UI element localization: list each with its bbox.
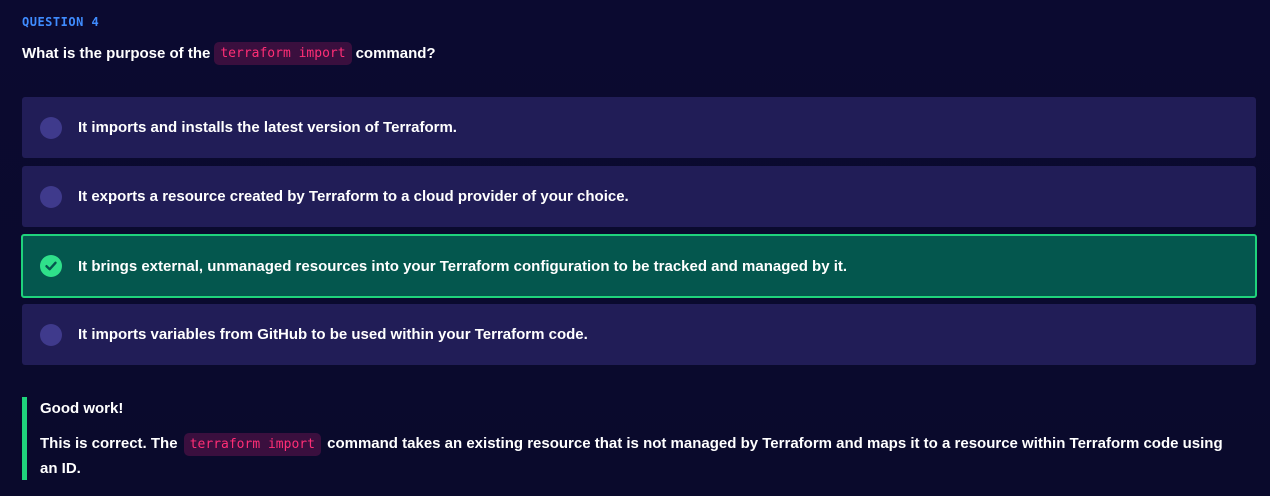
radio-circle-icon[interactable] bbox=[40, 116, 62, 139]
question-code: terraform import bbox=[214, 42, 352, 65]
question-text-before: What is the purpose of the bbox=[22, 45, 211, 62]
feedback-title: Good work! bbox=[40, 400, 124, 417]
feedback-body: This is correct. The terraform import co… bbox=[40, 431, 1230, 481]
quiz-page: QUESTION 4 What is the purpose of the te… bbox=[0, 0, 1270, 496]
feedback-panel: Good work! This is correct. The terrafor… bbox=[22, 397, 1242, 480]
check-circle-icon[interactable] bbox=[40, 255, 62, 277]
answer-option-2[interactable]: It exports a resource created by Terrafo… bbox=[22, 166, 1256, 227]
answer-option-1[interactable]: It imports and installs the latest versi… bbox=[22, 97, 1256, 158]
answer-option-label: It exports a resource created by Terrafo… bbox=[78, 188, 629, 205]
radio-circle-icon[interactable] bbox=[40, 185, 62, 208]
checkmark-icon bbox=[45, 261, 57, 271]
answer-option-label: It imports and installs the latest versi… bbox=[78, 119, 457, 136]
answer-option-3-correct[interactable]: It brings external, unmanaged resources … bbox=[21, 234, 1257, 298]
question-text: What is the purpose of the terraform imp… bbox=[22, 42, 436, 65]
answer-option-4[interactable]: It imports variables from GitHub to be u… bbox=[22, 304, 1256, 365]
answer-option-label: It imports variables from GitHub to be u… bbox=[78, 326, 588, 343]
radio-circle-icon[interactable] bbox=[40, 323, 62, 346]
answer-option-label: It brings external, unmanaged resources … bbox=[78, 257, 848, 275]
feedback-code: terraform import bbox=[183, 433, 321, 456]
feedback-text-before: This is correct. The bbox=[40, 435, 178, 452]
question-text-after: command? bbox=[355, 45, 436, 62]
question-number: QUESTION 4 bbox=[22, 15, 100, 29]
answer-options: It imports and installs the latest versi… bbox=[21, 97, 1257, 373]
